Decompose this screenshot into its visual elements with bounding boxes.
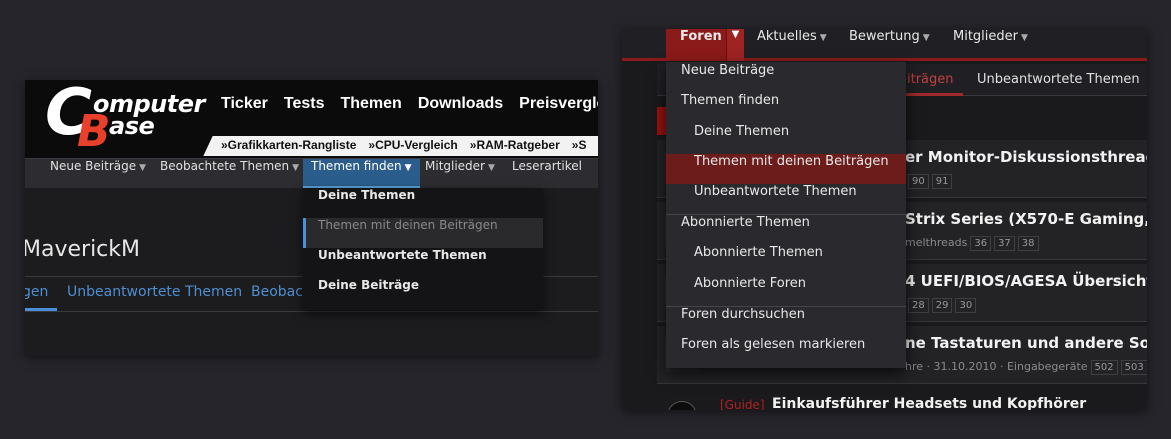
menu-item-deine-beitraege[interactable]: Deine Beiträge — [303, 278, 543, 308]
nav-foren-label: Foren — [680, 29, 722, 44]
subnav-more[interactable]: »S — [572, 138, 587, 152]
logo-letter-b: B — [77, 106, 111, 157]
menu-item-foren-durchsuchen[interactable]: Foren durchsuchen — [666, 307, 906, 337]
nav-foren[interactable]: Foren ▼ — [666, 29, 744, 61]
menu-item-deine-themen[interactable]: Deine Themen — [303, 188, 543, 218]
nav-tests[interactable]: Tests — [284, 95, 325, 113]
tab-unbeantwortete[interactable]: Unbeantwortete Themen — [977, 72, 1140, 87]
menu-item-unbeantwortete[interactable]: Unbeantwortete Themen — [666, 184, 906, 214]
thread-meta: 28 29 30 — [905, 298, 977, 313]
page-link[interactable]: 29 — [931, 298, 953, 313]
menu-item-themen-mit-beitraegen[interactable]: Themen mit deinen Beiträgen — [303, 218, 543, 248]
forum-nav-label: Neue Beiträge — [50, 159, 137, 173]
top-nav: Foren ▼ Aktuelles ▼ Bewertung ▼ Mitglieder… — [622, 29, 1147, 61]
meta-text: hre · 31.10.2010 · Eingabegeräte — [905, 360, 1088, 373]
page-link[interactable]: 90 — [908, 174, 929, 189]
nav-ticker[interactable]: Ticker — [221, 95, 268, 113]
page-link[interactable]: 30 — [955, 298, 977, 313]
menu-item-abonnierte-themen[interactable]: Abonnierte Themen — [666, 245, 906, 275]
thread-row[interactable]: [Guide] Einkaufsführer Headsets und Kopf… — [657, 395, 1147, 410]
subnav-ram[interactable]: »RAM-Ratgeber — [470, 138, 560, 152]
thread-tag: [Guide] — [720, 398, 765, 410]
active-tab-underline — [897, 93, 963, 96]
menu-item-abonnierte-themen-header[interactable]: Abonnierte Themen — [666, 215, 906, 245]
computerbase-light-screenshot: C omputer B ase Ticker Tests Themen Down… — [25, 80, 598, 356]
forum-nav-label: Leserartikel — [512, 159, 582, 173]
tab-themen-mit-beitraegen[interactable]: eiträgen — [899, 72, 954, 87]
page-link[interactable]: 37 — [994, 236, 1015, 251]
page-link[interactable]: 28 — [908, 298, 929, 313]
forum-nav-beobachtete[interactable]: Beobachtete Themen ▼ — [152, 159, 307, 189]
forum-nav-themen-finden[interactable]: Themen finden ▼ — [303, 159, 420, 189]
subnav-cpu[interactable]: »CPU-Vergleich — [368, 138, 457, 152]
forum-nav-neue-beitraege[interactable]: Neue Beiträge ▼ — [42, 159, 154, 189]
thread-title[interactable]: Einkaufsführer Headsets und Kopfhörer — [772, 396, 1086, 410]
page-link[interactable]: 503 — [1120, 360, 1147, 375]
caret-down-icon: ▼ — [1021, 33, 1028, 43]
themen-finden-dropdown: Deine Themen Themen mit deinen Beiträgen… — [303, 188, 543, 310]
nav-downloads[interactable]: Downloads — [418, 95, 503, 113]
nav-preisvergleich[interactable]: Preisvergle — [519, 95, 598, 113]
page-link[interactable]: 38 — [1017, 236, 1039, 251]
site-header: C omputer B ase Ticker Tests Themen Down… — [25, 80, 598, 158]
subnav-grafikkarten[interactable]: »Grafikkarten-Rangliste — [221, 138, 356, 152]
menu-item-als-gelesen[interactable]: Foren als gelesen markieren — [666, 337, 906, 367]
thread-title[interactable]: ne Tastaturen und andere Sonder — [905, 334, 1147, 352]
thread-title[interactable]: Strix Series (X570-E Gaming, X570- — [905, 210, 1147, 228]
computerbase-logo[interactable]: C omputer B ase — [45, 80, 205, 157]
caret-down-icon: ▼ — [819, 33, 827, 43]
thread-title[interactable]: er Monitor-Diskussionsthread (IP — [905, 148, 1147, 166]
sub-nav: »Grafikkarten-Rangliste »CPU-Vergleich »… — [221, 138, 586, 152]
chevron-down-icon[interactable]: ▼ — [726, 29, 744, 61]
foren-dropdown: Neue Beiträge Themen finden Deine Themen… — [666, 62, 906, 368]
caret-down-icon: ▼ — [488, 163, 495, 173]
menu-item-themen-finden[interactable]: Themen finden — [666, 93, 906, 123]
nav-label: Mitglieder — [953, 29, 1018, 44]
forum-nav-label: Beobachtete Themen — [160, 159, 290, 173]
computerbase-dark-screenshot: Foren ▼ Aktuelles ▼ Bewertung ▼ Mitglieder… — [622, 29, 1147, 410]
forum-nav-label: Mitglieder — [425, 159, 485, 173]
forum-nav-leserartikel[interactable]: Leserartikel — [504, 159, 590, 189]
menu-item-abonnierte-foren[interactable]: Abonnierte Foren — [666, 276, 906, 306]
page-link[interactable]: 91 — [931, 174, 953, 189]
page-link[interactable]: 502 — [1090, 360, 1118, 375]
tab-beitraegen[interactable]: gen — [25, 284, 48, 300]
nav-label: Aktuelles — [757, 29, 817, 44]
thread-meta: hre · 31.10.2010 · Eingabegeräte50250350… — [905, 360, 1147, 375]
thread-meta: melthreads 36 37 38 — [905, 236, 1039, 251]
caret-down-icon: ▼ — [139, 163, 147, 173]
caret-down-icon: ▼ — [922, 33, 930, 43]
main-nav: Ticker Tests Themen Downloads Preisvergl… — [221, 95, 598, 113]
menu-item-neue-beitraege[interactable]: Neue Beiträge — [666, 63, 906, 93]
nav-label: Bewertung — [849, 29, 920, 44]
page-link[interactable]: 36 — [970, 236, 992, 251]
forum-nav-mitglieder[interactable]: Mitglieder ▼ — [417, 159, 503, 189]
forum-nav-label: Themen finden — [311, 159, 402, 173]
forum-nav: Neue Beiträge ▼ Beobachtete Themen ▼ Theme… — [25, 158, 598, 189]
menu-item-deine-themen[interactable]: Deine Themen — [666, 124, 906, 154]
menu-item-unbeantwortete[interactable]: Unbeantwortete Themen — [303, 248, 543, 278]
caret-down-icon: ▼ — [404, 163, 412, 173]
nav-themen[interactable]: Themen — [340, 95, 401, 113]
menu-item-themen-mit-beitraegen[interactable]: Themen mit deinen Beiträgen — [666, 154, 906, 184]
nav-bewertung[interactable]: Bewertung ▼ — [849, 29, 930, 61]
avatar — [667, 401, 697, 410]
thread-title[interactable]: 4 UEFI/BIOS/AGESA Übersicht (0 — [905, 272, 1147, 290]
nav-aktuelles[interactable]: Aktuelles ▼ — [757, 29, 827, 61]
nav-mitglieder[interactable]: Mitglieder ▼ — [953, 29, 1028, 61]
tab-unbeantwortete[interactable]: Unbeantwortete Themen — [67, 284, 242, 300]
page-title: MaverickM — [25, 237, 140, 262]
thread-meta: 90 91 — [905, 174, 953, 189]
caret-down-icon: ▼ — [292, 163, 300, 173]
divider — [25, 311, 598, 312]
meta-text: melthreads — [905, 236, 968, 249]
logo-text-2: ase — [109, 112, 155, 140]
